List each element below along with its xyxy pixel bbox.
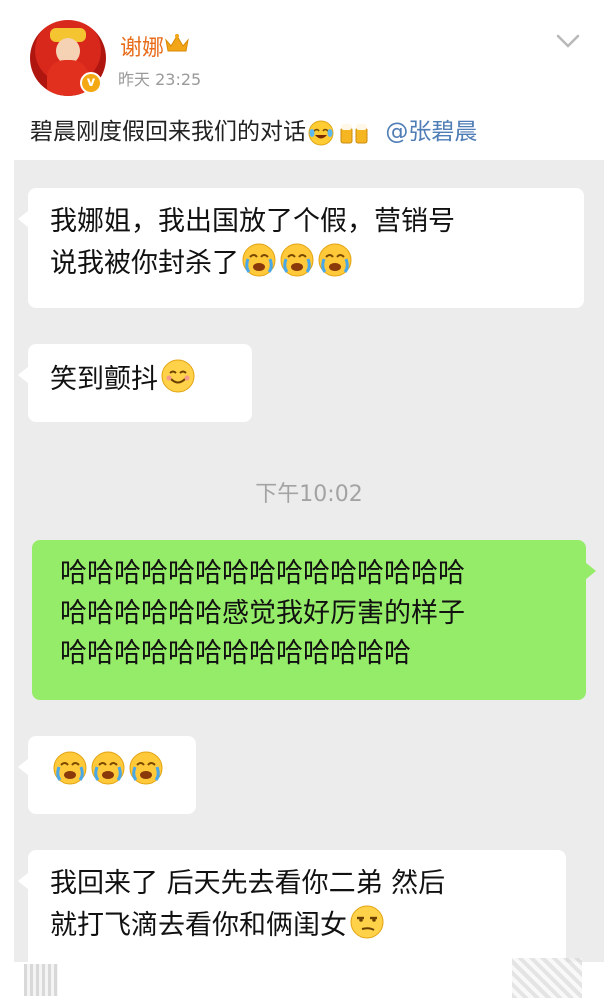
post-time: 昨天 23:25	[118, 70, 202, 89]
username[interactable]: 谢娜	[120, 30, 164, 62]
post-text: 碧晨刚度假回来我们的对话 @张碧晨	[30, 112, 477, 146]
post-text-body: 碧晨刚度假回来我们的对话	[30, 119, 306, 145]
message-text: 笑到颤抖	[50, 364, 158, 395]
beer-cheers-emoji	[340, 123, 368, 143]
laugh-cry-emoji	[308, 120, 334, 145]
sob-emoji	[242, 243, 276, 277]
message-bubble-5: 我回来了 后天先去看你二弟 然后 就打飞滴去看你和俩闺女	[18, 850, 566, 970]
post-header: v 谢娜 昨天 23:25 碧晨刚度假回来我们的对话 @张碧晨	[0, 0, 609, 160]
sob-emoji	[91, 751, 125, 785]
message-bubble-2: 笑到颤抖	[18, 344, 252, 422]
sob-emoji	[318, 243, 352, 277]
mention-link[interactable]: @张碧晨	[385, 119, 477, 145]
chat-screenshot: 我娜姐，我出国放了个假，营销号 说我被你封杀了 笑到颤抖 下午10:02 哈哈哈…	[14, 160, 604, 1000]
watermark	[512, 958, 582, 998]
message-text: 哈哈哈哈哈哈哈哈哈哈哈哈哈哈哈	[60, 558, 465, 589]
smile-emoji	[161, 359, 195, 393]
message-text: 哈哈哈哈哈哈感觉我好厉害的样子	[60, 598, 465, 629]
crown-icon	[165, 34, 189, 52]
verified-badge: v	[80, 72, 102, 94]
chat-timestamp: 下午10:02	[255, 482, 363, 507]
sob-emoji	[280, 243, 314, 277]
sob-emoji	[129, 751, 163, 785]
image-corner-mark	[24, 964, 58, 996]
message-text: 就打飞滴去看你和俩闺女	[50, 904, 544, 946]
message-bubble-1: 我娜姐，我出国放了个假，营销号 说我被你封杀了	[18, 188, 584, 308]
message-text: 我娜姐，我出国放了个假，营销号	[50, 206, 455, 237]
sob-emoji	[53, 751, 87, 785]
message-text: 哈哈哈哈哈哈哈哈哈哈哈哈哈	[60, 638, 411, 669]
chevron-down-icon[interactable]	[555, 32, 581, 50]
message-bubble-4	[18, 736, 196, 814]
message-text: 我回来了 后天先去看你二弟 然后	[50, 868, 446, 899]
message-text: 说我被你封杀了	[50, 242, 562, 284]
message-bubble-3: 哈哈哈哈哈哈哈哈哈哈哈哈哈哈哈 哈哈哈哈哈哈感觉我好厉害的样子 哈哈哈哈哈哈哈哈…	[32, 540, 596, 700]
smirk-emoji	[350, 905, 384, 939]
